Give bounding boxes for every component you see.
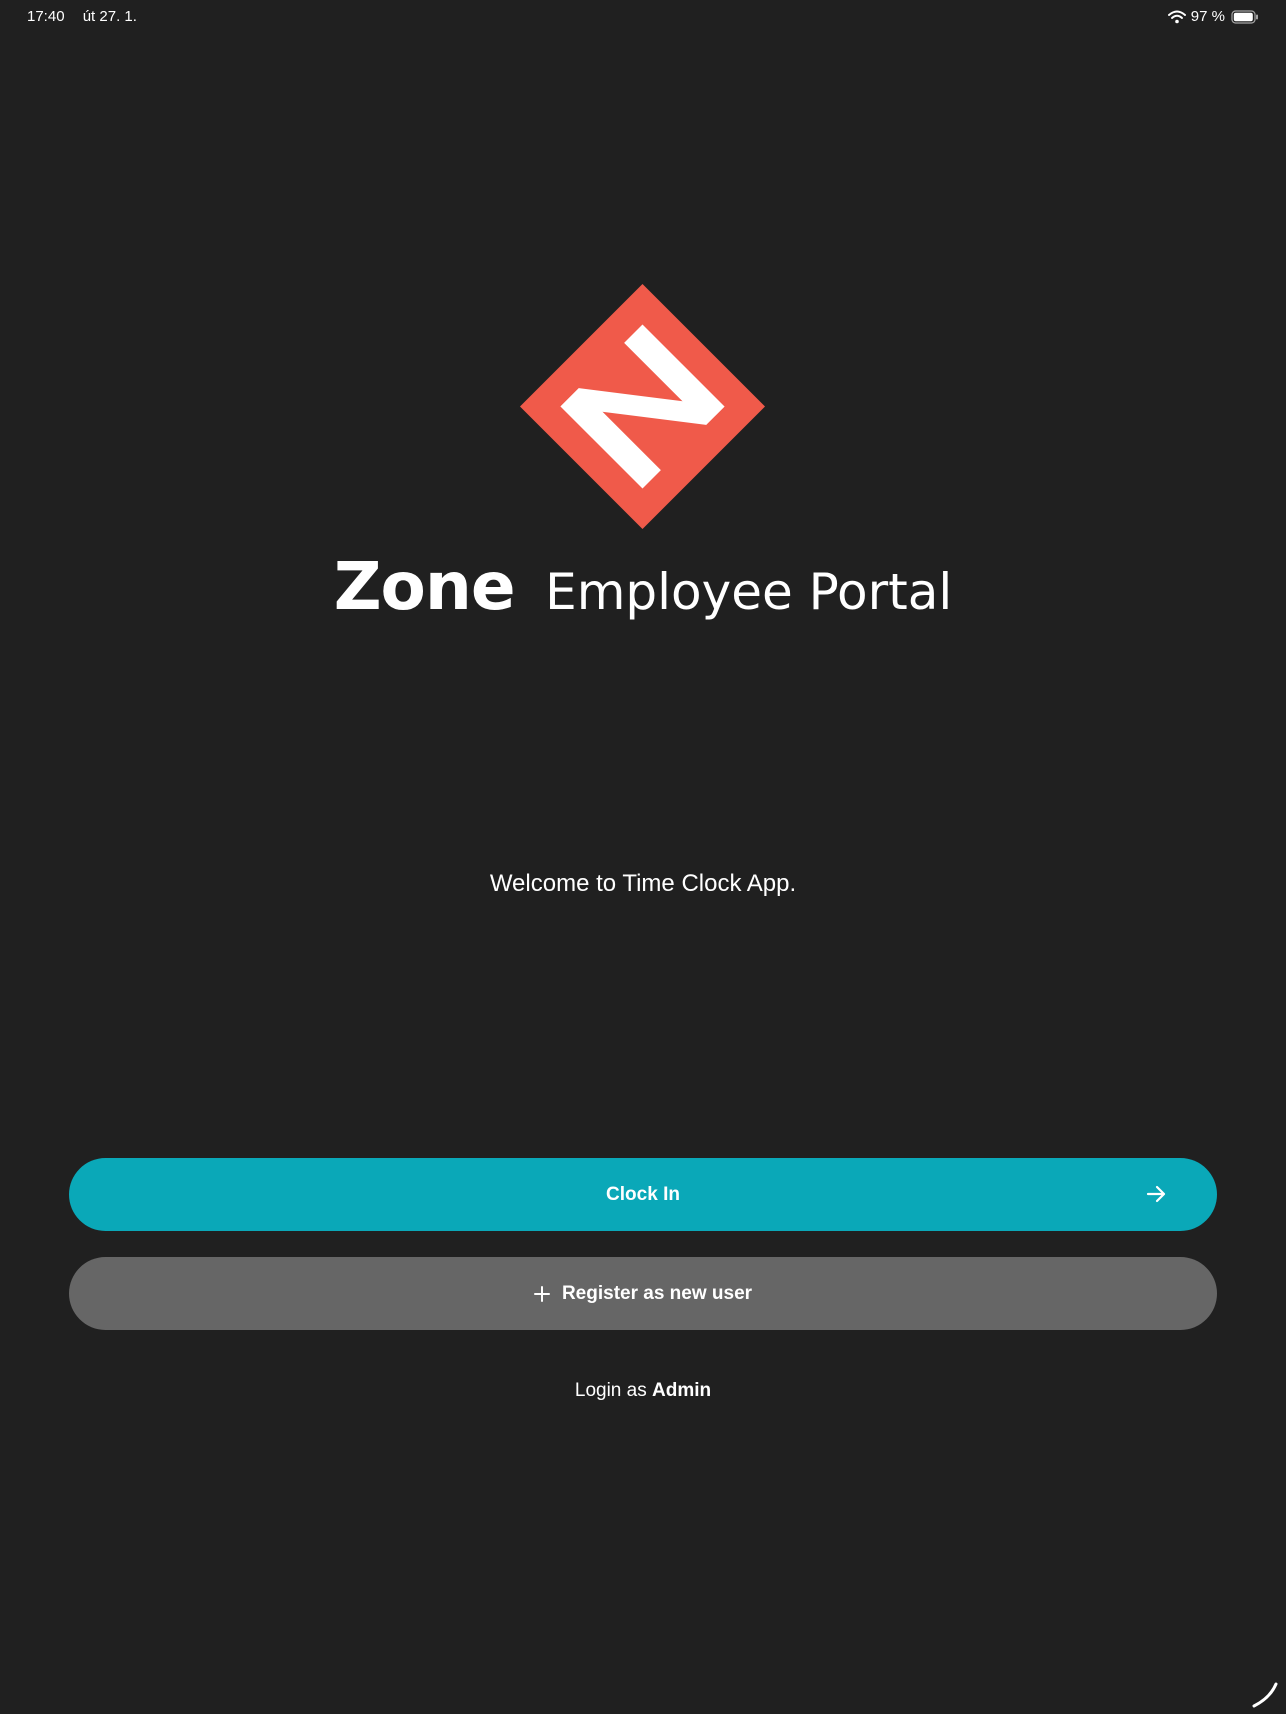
register-label: Register as new user bbox=[561, 1282, 753, 1304]
plus-icon bbox=[533, 1285, 550, 1302]
status-bar: 17:40 út 27. 1. 97 % bbox=[0, 0, 1286, 36]
status-time: 17:40 bbox=[27, 8, 65, 25]
status-right: 97 % bbox=[1167, 8, 1259, 25]
register-button[interactable]: Register as new user bbox=[69, 1257, 1217, 1330]
zone-logo-icon bbox=[520, 284, 765, 529]
brand-subtitle: Employee Portal bbox=[545, 563, 953, 621]
arrow-right-icon bbox=[1146, 1185, 1166, 1203]
scroll-indicator-icon bbox=[1252, 1682, 1278, 1708]
brand-wordmark: Zone Employee Portal bbox=[0, 548, 1286, 625]
battery-percent: 97 % bbox=[1190, 8, 1225, 25]
admin-login-link[interactable]: Login as Admin bbox=[0, 1380, 1286, 1402]
wifi-icon bbox=[1167, 10, 1186, 23]
welcome-text: Welcome to Time Clock App. bbox=[489, 870, 797, 897]
clock-in-label: Clock In bbox=[606, 1183, 680, 1205]
admin-login-label: Admin bbox=[652, 1380, 712, 1401]
brand-name: Zone bbox=[333, 548, 516, 625]
status-date: út 27. 1. bbox=[82, 8, 137, 25]
status-left: 17:40 út 27. 1. bbox=[27, 8, 137, 25]
admin-login-prefix: Login as bbox=[574, 1380, 647, 1401]
screen: 17:40 út 27. 1. 97 % Zone Employee Porta… bbox=[0, 0, 1286, 1714]
battery-icon bbox=[1231, 9, 1258, 24]
clock-in-button[interactable]: Clock In bbox=[69, 1158, 1217, 1231]
